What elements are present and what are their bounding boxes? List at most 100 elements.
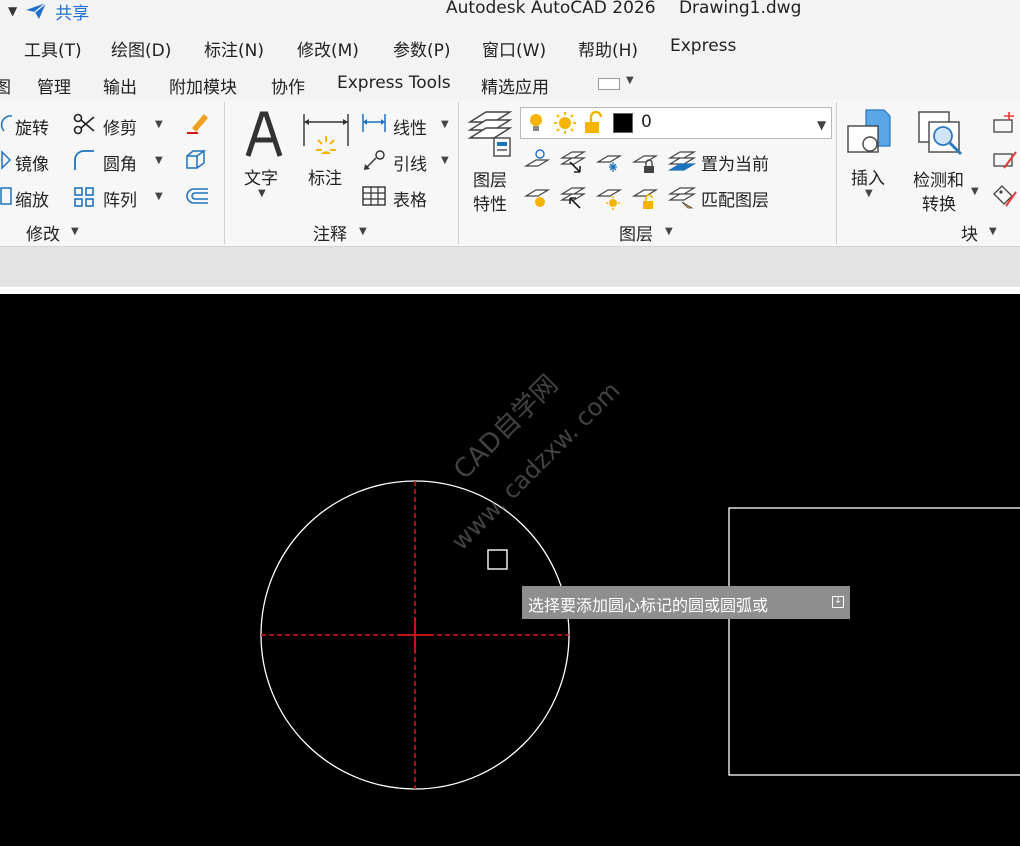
pickbox-cursor xyxy=(487,549,508,570)
linear-dropdown-icon[interactable]: ▼ xyxy=(441,119,449,130)
block-attribute-icon[interactable] xyxy=(990,184,1018,210)
linear-dimension-icon[interactable] xyxy=(361,112,387,134)
3d-box-icon[interactable] xyxy=(184,148,210,172)
app-title: Autodesk AutoCAD 2026 xyxy=(446,0,656,18)
tab-output[interactable]: 输出 xyxy=(103,73,137,98)
light-bulb-icon[interactable] xyxy=(527,112,545,134)
detect-convert-dropdown-icon[interactable]: ▼ xyxy=(971,186,979,197)
trim-button[interactable]: 修剪 xyxy=(103,114,137,139)
tab-featured-apps[interactable]: 精选应用 xyxy=(481,73,549,98)
layer-unisolate-icon[interactable] xyxy=(560,184,586,210)
viewport-border xyxy=(0,287,1020,294)
leader-button[interactable]: 引线 xyxy=(393,150,427,175)
text-button[interactable]: 文字 xyxy=(244,164,278,189)
dimension-icon[interactable] xyxy=(301,110,351,160)
insert-dropdown-icon[interactable]: ▼ xyxy=(865,188,873,199)
menu-modify[interactable]: 修改(M) xyxy=(297,36,359,61)
block-panel-title[interactable]: 块 xyxy=(961,220,978,245)
layer-dropdown[interactable]: 0 ▼ xyxy=(520,107,832,139)
leader-icon[interactable] xyxy=(361,148,387,172)
scale-icon[interactable] xyxy=(0,186,12,206)
set-current-button[interactable]: 置为当前 xyxy=(701,150,769,175)
tooltip-prompt-text: 选择要添加圆心标记的圆或圆弧或 xyxy=(528,596,769,615)
dimension-button[interactable]: 标注 xyxy=(308,164,342,189)
text-dropdown-icon[interactable]: ▼ xyxy=(258,188,266,199)
text-icon[interactable] xyxy=(244,110,284,160)
fillet-dropdown-icon[interactable]: ▼ xyxy=(155,155,163,166)
layer-color-swatch xyxy=(613,113,633,133)
insert-block-icon[interactable] xyxy=(844,106,894,158)
match-layer-button[interactable]: 匹配图层 xyxy=(701,186,769,211)
array-icon[interactable] xyxy=(72,185,96,209)
detect-convert-line1[interactable]: 检测和 xyxy=(913,166,964,191)
fillet-icon[interactable] xyxy=(72,148,96,172)
annotation-panel-title[interactable]: 注释 xyxy=(313,220,347,245)
erase-icon[interactable] xyxy=(184,110,210,136)
share-button[interactable]: 共享 xyxy=(55,0,89,24)
trim-dropdown-icon[interactable]: ▼ xyxy=(155,119,163,130)
layers-panel-expand-icon[interactable]: ▼ xyxy=(665,226,673,237)
menu-parametric[interactable]: 参数(P) xyxy=(393,36,451,61)
leader-dropdown-icon[interactable]: ▼ xyxy=(441,155,449,166)
modify-panel-title[interactable]: 修改 xyxy=(26,220,60,245)
insert-button[interactable]: 插入 xyxy=(851,164,885,189)
edit-block-icon[interactable] xyxy=(990,148,1018,172)
layer-properties-line2[interactable]: 特性 xyxy=(473,190,507,215)
menu-bar: 工具(T) 绘图(D) 标注(N) 修改(M) 参数(P) 窗口(W) 帮助(H… xyxy=(0,28,1020,66)
menu-help[interactable]: 帮助(H) xyxy=(578,36,638,61)
tab-collaborate[interactable]: 协作 xyxy=(271,73,305,98)
array-dropdown-icon[interactable]: ▼ xyxy=(155,191,163,202)
quick-access-dropdown-icon[interactable]: ▼ xyxy=(8,4,17,18)
tab-manage[interactable]: 管理 xyxy=(37,73,71,98)
mirror-icon[interactable] xyxy=(0,150,12,170)
file-name: Drawing1.dwg xyxy=(678,0,802,18)
fillet-button[interactable]: 圆角 xyxy=(103,150,137,175)
tooltip-options-icon[interactable]: ↓ xyxy=(832,596,844,608)
modify-panel-expand-icon[interactable]: ▼ xyxy=(71,226,79,237)
chevron-down-icon[interactable]: ▼ xyxy=(817,118,826,132)
trim-icon[interactable] xyxy=(72,112,96,136)
table-icon[interactable] xyxy=(361,185,387,207)
annotation-panel-expand-icon[interactable]: ▼ xyxy=(359,226,367,237)
match-layer-icon[interactable] xyxy=(668,184,696,210)
layers-panel-title[interactable]: 图层 xyxy=(619,220,653,245)
layer-properties-icon[interactable] xyxy=(466,108,514,158)
drawing-canvas[interactable]: CAD自学网 www. cadzxw. com 选择要添加圆心标记的圆或圆弧或 … xyxy=(0,294,1020,846)
menu-draw[interactable]: 绘图(D) xyxy=(111,36,171,61)
file-tab-strip xyxy=(0,247,1020,287)
tab-view[interactable]: 图 xyxy=(0,73,11,98)
menu-tools[interactable]: 工具(T) xyxy=(24,36,82,61)
detect-convert-line2[interactable]: 转换 xyxy=(922,190,956,215)
layer-on-icon[interactable] xyxy=(524,184,550,210)
layer-isolate-icon[interactable] xyxy=(560,148,586,174)
layer-freeze-icon[interactable] xyxy=(596,148,622,174)
unlock-icon[interactable] xyxy=(583,111,605,135)
ribbon-state-dropdown[interactable] xyxy=(598,78,620,90)
offset-icon[interactable] xyxy=(184,185,210,207)
layer-lock-icon[interactable] xyxy=(632,148,658,174)
table-button[interactable]: 表格 xyxy=(393,186,427,211)
share-icon[interactable] xyxy=(25,2,47,20)
layer-off-icon[interactable] xyxy=(524,148,550,174)
rotate-icon[interactable] xyxy=(0,114,14,134)
tab-addins[interactable]: 附加模块 xyxy=(169,73,237,98)
menu-dimension[interactable]: 标注(N) xyxy=(204,36,264,61)
tab-express-tools[interactable]: Express Tools xyxy=(337,73,451,93)
mirror-button[interactable]: 镜像 xyxy=(15,150,49,175)
scale-button[interactable]: 缩放 xyxy=(15,186,49,211)
detect-convert-icon[interactable] xyxy=(915,108,967,160)
set-current-layer-icon[interactable] xyxy=(668,148,696,174)
command-prompt-tooltip: 选择要添加圆心标记的圆或圆弧或 ↓ xyxy=(522,586,850,619)
linear-button[interactable]: 线性 xyxy=(393,114,427,139)
layer-properties-line1[interactable]: 图层 xyxy=(473,166,507,191)
menu-express[interactable]: Express xyxy=(670,36,736,56)
layer-thaw-icon[interactable] xyxy=(596,184,622,210)
create-block-icon[interactable] xyxy=(990,112,1018,136)
menu-window[interactable]: 窗口(W) xyxy=(482,36,546,61)
chevron-down-icon[interactable]: ▼ xyxy=(626,75,634,86)
layer-unlock-icon[interactable] xyxy=(632,184,658,210)
block-panel-expand-icon[interactable]: ▼ xyxy=(989,226,997,237)
sun-icon[interactable] xyxy=(553,111,577,135)
array-button[interactable]: 阵列 xyxy=(103,186,137,211)
rotate-button[interactable]: 旋转 xyxy=(15,114,49,139)
